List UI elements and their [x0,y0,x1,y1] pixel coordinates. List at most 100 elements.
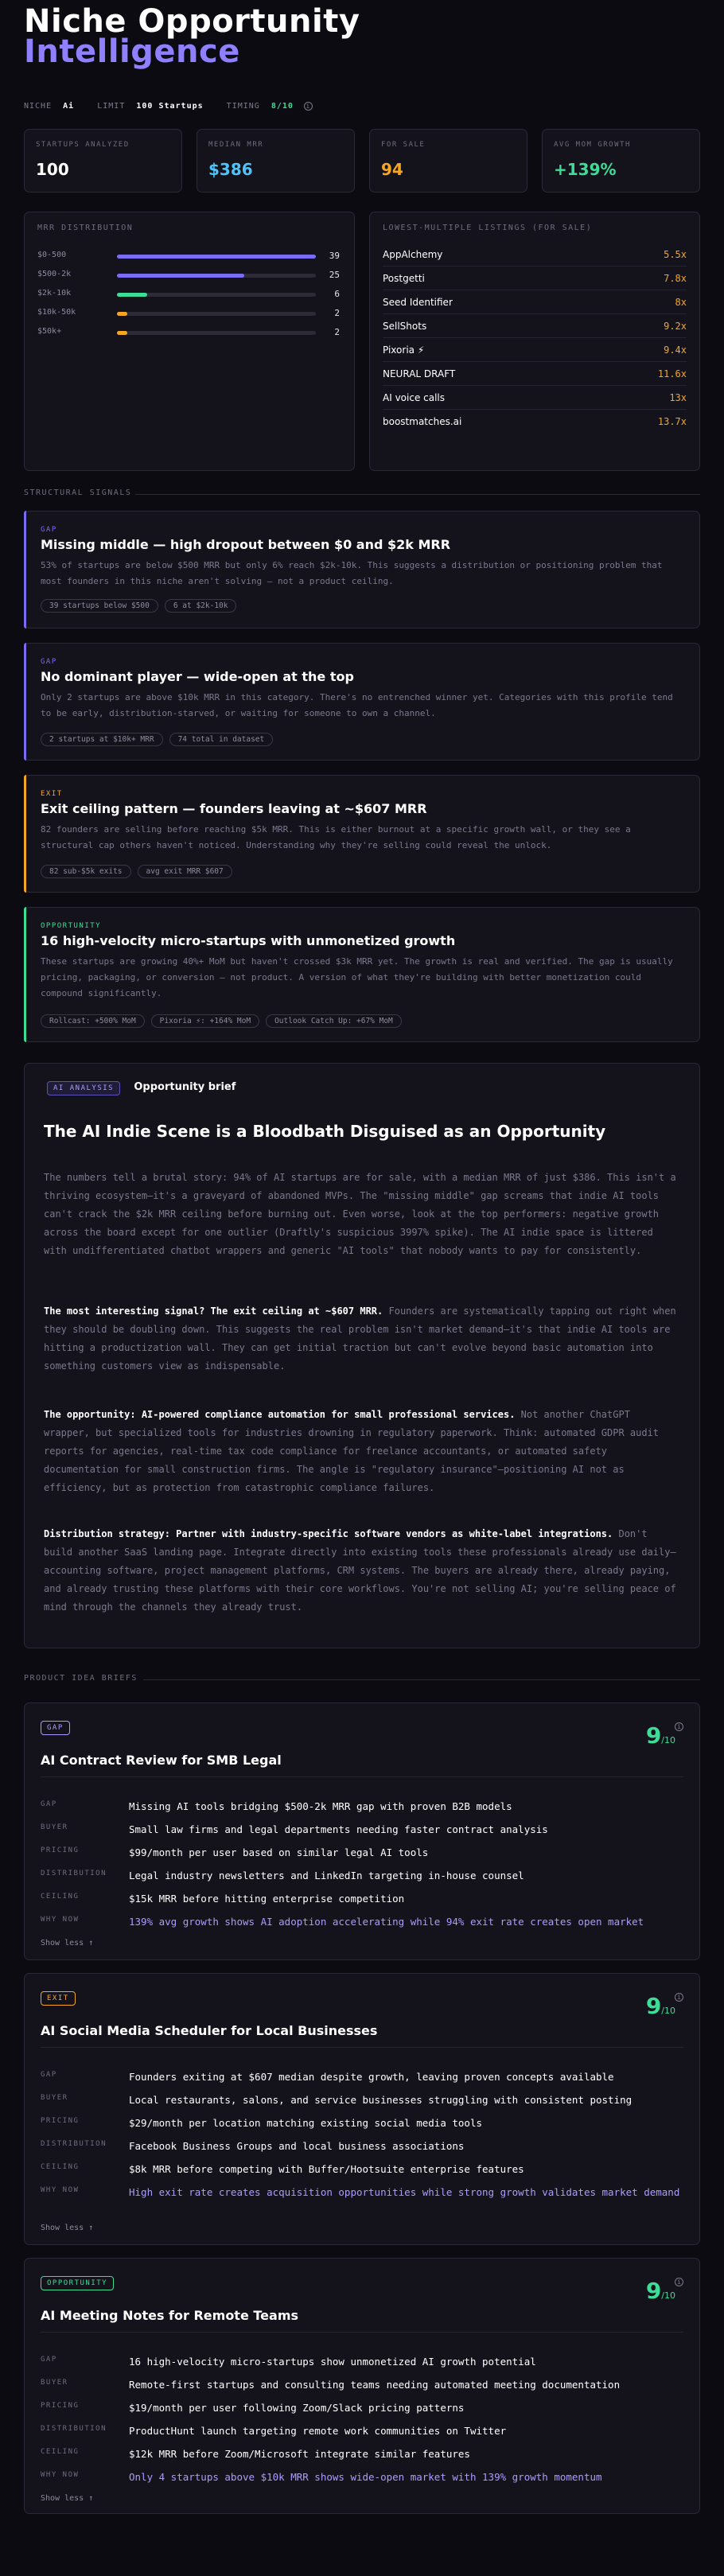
signal-chips: Rollcast: +500% MoM Pixoria ⚡: +164% MoM O… [41,1014,408,1028]
field-value: $12k MRR before Zoom/Microsoft integrate… [129,2448,470,2460]
field-key: CEILING [41,1893,80,1901]
stat-card-for-sale: FOR SALE 94 [369,129,527,193]
signal-description: 82 founders are selling before reaching … [41,824,631,850]
brief-paragraph: Distribution strategy: Partner with indu… [44,1525,680,1617]
signal-chip: 82 sub-$5k exits [41,865,131,878]
distribution-bar-fill [117,312,127,316]
idea-score: 9/10 [646,2278,675,2304]
info-icon[interactable]: i [675,2278,683,2286]
listing-name: AppAlchemy [383,249,443,260]
panel-title: LOWEST-MULTIPLE LISTINGS (FOR SALE) [383,224,593,232]
idea-title: AI Meeting Notes for Remote Teams [41,2308,299,2323]
distribution-bar-track [117,331,316,335]
field-value: $29/month per location matching existing… [129,2117,483,2129]
stat-value: $386 [208,160,253,179]
distribution-bar-fill [117,293,147,297]
signal-description: Only 2 startups are above $10k MRR in th… [41,692,673,718]
distribution-count: 39 [329,251,340,261]
signal-chip: 39 startups below $500 [41,599,158,613]
timing-value: 8/10 [271,102,294,111]
product-idea-card: OPPORTUNITY 9/10 i AI Meeting Notes for Rem… [24,2258,700,2514]
field-key: DISTRIBUTION [41,2140,107,2148]
stat-card-avg-growth: AVG MOM GROWTH +139% [542,129,700,193]
product-idea-card: EXIT 9/10 i AI Social Media Scheduler for L… [24,1973,700,2245]
show-less-link[interactable]: Show less ↑ [41,1939,93,1948]
signal-accent-bar [24,643,26,761]
limit-label: LIMIT [97,102,126,111]
listing-row[interactable]: SellShots 9.2x [383,314,687,338]
signal-chip: 2 startups at $10k+ MRR [41,733,163,746]
idea-badge: OPPORTUNITY [41,2276,115,2290]
field-key: WHY NOW [41,2186,80,2194]
divider [41,1776,683,1777]
distribution-bar-fill [117,255,316,259]
field-key: PRICING [41,2402,80,2410]
field-value: 16 high-velocity micro-startups show unm… [129,2356,536,2368]
brief-header: AI ANALYSIS Opportunity brief [47,1081,235,1095]
brief-paragraph: The numbers tell a brutal story: 94% of … [44,1172,676,1256]
field-key: PRICING [41,2117,80,2125]
signal-chip: Pixoria ⚡: +164% MoM [150,1014,260,1028]
signal-chip: avg exit MRR $607 [137,865,232,878]
paragraph-body: Don't build another SaaS landing page. I… [44,1528,676,1613]
field-value: Only 4 startups above $10k MRR shows wid… [129,2471,602,2483]
show-less-link[interactable]: Show less ↑ [41,2224,93,2232]
divider [135,494,700,495]
distribution-bar-fill [117,331,127,335]
field-value: $8k MRR before competing with Buffer/Hoo… [129,2163,524,2175]
signal-tag: OPPORTUNITY [41,922,102,930]
filter-bar: NICHE Ai LIMIT 100 Startups TIMING 8/10 … [24,102,313,111]
niche-value[interactable]: Ai [63,102,74,111]
distribution-row: $2k-10k 6 [37,289,340,308]
signal-chips: 39 startups below $500 6 at $2k-10k [41,599,243,613]
field-value: Remote-first startups and consulting tea… [129,2379,621,2391]
idea-title: AI Social Media Scheduler for Local Busi… [41,2023,378,2038]
field-value: Facebook Business Groups and local busin… [129,2140,465,2152]
stat-card-median-mrr: MEDIAN MRR $386 [197,129,355,193]
listing-row[interactable]: Postgetti 7.8x [383,267,687,290]
signal-title: Missing middle — high dropout between $0… [41,537,451,552]
idea-title: AI Contract Review for SMB Legal [41,1753,282,1768]
distribution-label: $10k-50k [37,308,76,317]
field-key: WHY NOW [41,2471,80,2479]
listing-row[interactable]: Pixoria ⚡ 9.4x [383,338,687,362]
field-value: $99/month per user based on similar lega… [129,1846,429,1858]
brief-label: Opportunity brief [134,1081,236,1093]
score-value: 9 [645,1993,662,2019]
listing-row[interactable]: NEURAL DRAFT 11.6x [383,362,687,386]
timing-label: TIMING [226,102,260,111]
info-icon[interactable]: i [675,1993,683,2002]
paragraph-lead: Distribution strategy: Partner with indu… [44,1528,613,1539]
listing-row[interactable]: AI voice calls 13x [383,386,687,410]
distribution-row: $500-2k 25 [37,270,340,289]
field-key: GAP [41,2071,57,2079]
title-line-2: Intelligence [24,33,240,70]
brief-headline: The AI Indie Scene is a Bloodbath Disgui… [44,1122,606,1141]
field-value: $15k MRR before hitting enterprise compe… [129,1893,405,1905]
show-less-link[interactable]: Show less ↑ [41,2494,93,2503]
signal-chip: Outlook Catch Up: +67% MoM [266,1014,402,1028]
listing-row[interactable]: boostmatches.ai 13.7x [383,410,687,434]
listing-multiple: 13x [669,392,687,403]
listing-row[interactable]: Seed Identifier 8x [383,290,687,314]
idea-badge: GAP [41,1721,70,1735]
distribution-row: $10k-50k 2 [37,308,340,327]
listing-row[interactable]: AppAlchemy 5.5x [383,243,687,267]
listing-name: Pixoria ⚡ [383,344,425,356]
score-max: /10 [661,1735,675,1745]
idea-badge: EXIT [41,1991,76,2006]
info-icon[interactable]: i [675,1722,683,1731]
field-key: GAP [41,1800,57,1808]
listing-multiple: 5.5x [664,249,687,260]
field-key: DISTRIBUTION [41,2425,107,2433]
score-max: /10 [661,2006,675,2016]
limit-value[interactable]: 100 Startups [136,102,203,111]
info-icon[interactable]: i [303,102,313,111]
stat-label: FOR SALE [381,141,426,149]
field-value: $19/month per user following Zoom/Slack … [129,2402,465,2414]
field-key: CEILING [41,2448,80,2456]
distribution-bar-track [117,293,316,297]
distribution-label: $500-2k [37,270,72,278]
distribution-bar-track [117,312,316,316]
idea-score: 9/10 [646,1993,675,2019]
